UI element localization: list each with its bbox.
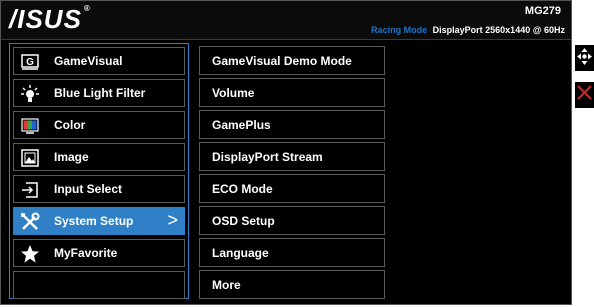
main-menu-item-input-select[interactable]: Input Select <box>13 175 185 203</box>
submenu-item-language[interactable]: Language <box>199 238 385 267</box>
signal-info: DisplayPort 2560x1440 @ 60Hz <box>432 25 565 35</box>
input-select-icon <box>20 180 40 200</box>
blue-light-filter-icon <box>20 84 40 104</box>
move-arrows-icon <box>577 48 592 68</box>
star-icon <box>20 244 40 264</box>
submenu: GameVisual Demo Mode Volume GamePlus Dis… <box>199 43 385 303</box>
asus-logo: /ISUS ® <box>9 4 91 34</box>
main-menu-item-myfavorite[interactable]: MyFavorite <box>13 239 185 267</box>
model-name: MG279 <box>524 5 561 17</box>
color-icon <box>20 116 40 136</box>
main-menu: G GameVisual Blue Light Filter Color Ima… <box>9 43 189 299</box>
main-menu-item-blue-light-filter[interactable]: Blue Light Filter <box>13 79 185 107</box>
submenu-item-osd-setup[interactable]: OSD Setup <box>199 206 385 235</box>
submenu-item-displayport-stream[interactable]: DisplayPort Stream <box>199 142 385 171</box>
osd-window: /ISUS ® MG279 Racing Mode DisplayPort 256… <box>0 0 572 305</box>
chevron-right-icon: > <box>167 210 178 230</box>
main-menu-empty-slot <box>13 271 185 299</box>
osd-header: /ISUS ® MG279 Racing Mode DisplayPort 256… <box>1 1 571 40</box>
image-icon <box>20 148 40 168</box>
main-menu-item-gamevisual[interactable]: G GameVisual <box>13 47 185 75</box>
svg-text:G: G <box>26 57 34 68</box>
submenu-item-eco-mode[interactable]: ECO Mode <box>199 174 385 203</box>
main-menu-item-system-setup[interactable]: System Setup > <box>13 207 185 235</box>
close-button[interactable] <box>575 82 594 108</box>
submenu-item-gameplus[interactable]: GamePlus <box>199 110 385 139</box>
submenu-item-volume[interactable]: Volume <box>199 78 385 107</box>
submenu-item-gamevisual-demo-mode[interactable]: GameVisual Demo Mode <box>199 46 385 75</box>
move-button[interactable] <box>575 45 594 71</box>
gamevisual-icon: G <box>20 52 40 72</box>
close-icon <box>577 85 592 105</box>
main-menu-item-color[interactable]: Color <box>13 111 185 139</box>
submenu-item-more[interactable]: More <box>199 270 385 299</box>
wrench-screwdriver-icon <box>20 212 40 232</box>
game-mode-label: Racing Mode <box>371 25 428 35</box>
status-line: Racing Mode DisplayPort 2560x1440 @ 60Hz <box>371 25 565 35</box>
main-menu-item-image[interactable]: Image <box>13 143 185 171</box>
